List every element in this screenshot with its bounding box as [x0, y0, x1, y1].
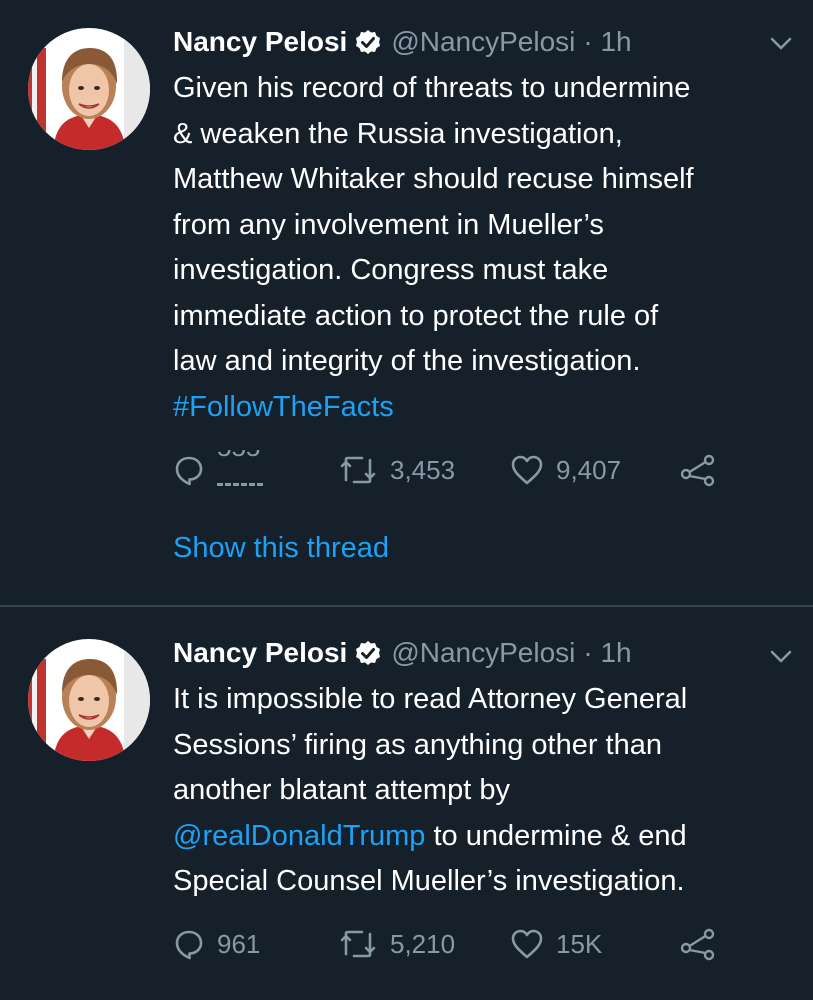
author-handle[interactable]: @NancyPelosi: [391, 26, 575, 58]
chevron-down-icon[interactable]: [769, 649, 793, 665]
text-run: Matthew Whitaker should recuse himself: [173, 163, 694, 195]
reply-button[interactable]: 961: [173, 924, 260, 964]
timestamp[interactable]: · 1h: [583, 26, 631, 58]
reply-icon: [173, 928, 205, 960]
text-run: Given his record of threats to undermine: [173, 72, 691, 104]
share-button[interactable]: [680, 924, 716, 964]
text-run: investigation. Congress must take: [173, 254, 609, 286]
retweet-count: 3,453: [390, 454, 456, 485]
text-line: It is impossible to read Attorney Genera…: [173, 677, 803, 723]
reply-icon: [173, 454, 205, 486]
text-run: law and integrity of the investigation.: [173, 345, 641, 377]
text-line: @realDonaldTrump to undermine & end: [173, 814, 803, 860]
reply-count: 555: [217, 450, 267, 490]
retweet-icon: [338, 454, 378, 486]
text-run: It is impossible to read Attorney Genera…: [173, 683, 688, 715]
mention-link[interactable]: @realDonaldTrump: [173, 820, 425, 852]
author-handle[interactable]: @NancyPelosi: [391, 637, 575, 669]
text-line: investigation. Congress must take: [173, 248, 803, 294]
text-run: & weaken the Russia investigation,: [173, 117, 623, 150]
like-count: 9,407: [556, 454, 622, 485]
like-button[interactable]: 9,407: [510, 450, 621, 490]
author-name[interactable]: Nancy Pelosi: [173, 637, 347, 669]
tweet[interactable]: Nancy Pelosi @NancyPelosi · 1h Given his…: [0, 0, 813, 606]
tweet-text: It is impossible to read Attorney Genera…: [173, 677, 803, 905]
text-run: Sessions’ firing as anything other than: [173, 728, 662, 761]
reply-count: 961: [217, 928, 261, 959]
author-name[interactable]: Nancy Pelosi: [173, 26, 347, 58]
heart-icon: [510, 928, 544, 960]
text-line: immediate action to protect the rule of: [173, 294, 803, 340]
retweet-button[interactable]: 5,210: [338, 924, 455, 964]
retweet-icon: [338, 928, 378, 960]
like-count: 15K: [556, 928, 603, 959]
avatar[interactable]: [28, 639, 150, 761]
text-line: law and integrity of the investigation.: [173, 339, 803, 385]
text-line: another blatant attempt by: [173, 768, 803, 814]
text-line: & weaken the Russia investigation,: [173, 112, 803, 158]
share-icon: [680, 927, 716, 961]
text-line: Special Counsel Mueller’s investigation.: [173, 859, 803, 905]
heart-icon: [510, 454, 544, 486]
text-run: to undermine & end: [425, 819, 687, 852]
timestamp[interactable]: · 1h: [583, 637, 631, 669]
text-line: Matthew Whitaker should recuse himself: [173, 157, 803, 203]
avatar[interactable]: [28, 28, 150, 150]
reply-button[interactable]: 555: [173, 450, 267, 490]
retweet-count: 5,210: [390, 928, 456, 959]
like-button[interactable]: 15K: [510, 924, 602, 964]
share-button[interactable]: [680, 450, 716, 490]
verified-badge-icon: [355, 640, 381, 666]
reply-count-text: 555: [217, 450, 260, 463]
timeline: Nancy Pelosi @NancyPelosi · 1h Given his…: [0, 0, 813, 1000]
text-line: Given his record of threats to undermine: [173, 66, 803, 112]
hashtag-link[interactable]: #FollowTheFacts: [173, 391, 394, 423]
clipped-digits: [217, 483, 263, 489]
show-thread-link[interactable]: Show this thread: [173, 532, 389, 565]
text-run: another blatant attempt by: [173, 774, 510, 806]
text-run: Special Counsel Mueller’s investigation.: [173, 865, 685, 897]
text-run: from any involvement in Mueller’s: [173, 208, 604, 241]
text-line: from any involvement in Mueller’s: [173, 203, 803, 249]
text-line: Sessions’ firing as anything other than: [173, 723, 803, 769]
text-run: immediate action to protect the rule of: [173, 299, 659, 332]
tweet-header: Nancy Pelosi @NancyPelosi · 1h: [173, 631, 632, 675]
share-icon: [680, 453, 716, 487]
tweet-header: Nancy Pelosi @NancyPelosi · 1h: [173, 20, 632, 64]
text-line: #FollowTheFacts: [173, 385, 803, 431]
tweet[interactable]: Nancy Pelosi @NancyPelosi · 1h It is imp…: [0, 607, 813, 1000]
tweet-text: Given his record of threats to undermine…: [173, 66, 803, 430]
retweet-button[interactable]: 3,453: [338, 450, 455, 490]
verified-badge-icon: [355, 29, 381, 55]
chevron-down-icon[interactable]: [769, 36, 793, 52]
